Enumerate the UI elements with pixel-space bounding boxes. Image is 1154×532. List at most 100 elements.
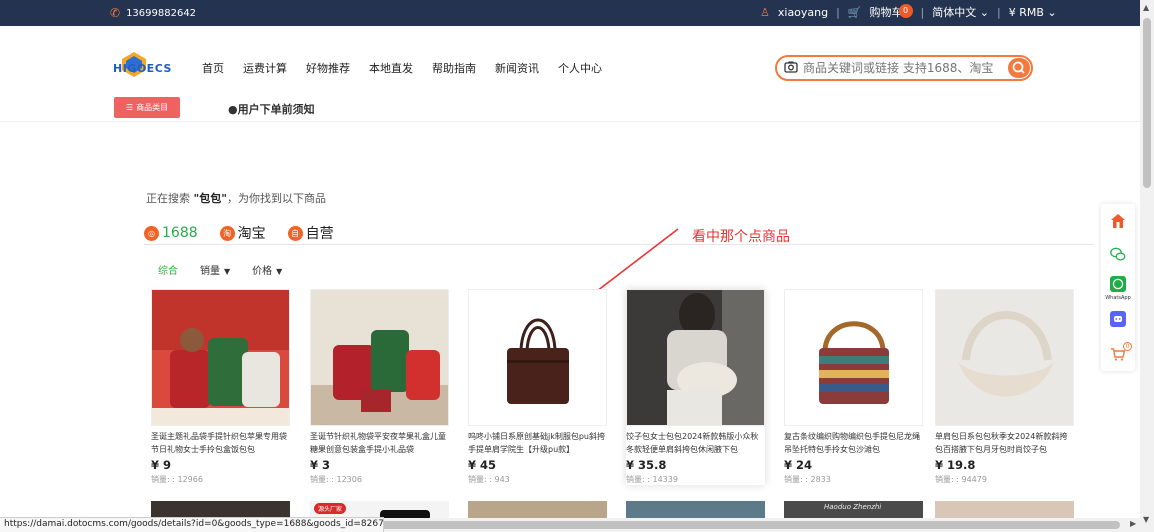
caret-down-icon: ▼ <box>224 267 231 276</box>
product-image[interactable] <box>935 289 1074 426</box>
link-status-bar: https://damai.dotocms.com/goods/details?… <box>0 517 384 532</box>
bell-icon: ● <box>228 103 238 116</box>
product-sales: 销量: : 2833 <box>784 475 831 484</box>
site-logo[interactable]: HIGOECS <box>112 50 178 84</box>
product-price: ¥ 19.8 <box>935 458 976 472</box>
user-icon: ♙ <box>760 5 770 19</box>
floating-toolbar: WhatsApp 0 <box>1101 204 1135 371</box>
tab-self-operated[interactable]: 自 自营 <box>287 223 334 243</box>
nav-home[interactable]: 首页 <box>202 60 224 76</box>
taobao-icon: 淘 <box>219 225 235 241</box>
tab-taobao-label: 淘宝 <box>237 226 266 242</box>
divider: | <box>836 5 840 19</box>
nav-personal-center[interactable]: 个人中心 <box>558 60 602 76</box>
product-card[interactable]: 复古条纹编织购物编织包手提包尼龙绳吊坠托特包手拎女包沙滩包 ¥ 24 销量: :… <box>784 289 923 485</box>
product-price: ¥ 9 <box>151 458 172 472</box>
sort-price-label: 价格 <box>252 266 273 277</box>
product-sales: 销量: : 94479 <box>935 475 987 484</box>
notice-label: 用户下单前须知 <box>237 103 315 116</box>
cart-icon[interactable]: 🛒 <box>848 6 862 19</box>
currency-label[interactable]: ¥ RMB <box>1009 6 1044 19</box>
tab-1688[interactable]: ◎ 1688 <box>144 225 198 241</box>
product-name[interactable]: 呜咚小铺日系原创基础jk制服包pu斜挎手提单肩学院生【升级pu款】 <box>468 430 607 456</box>
phone-icon: ✆ <box>110 6 121 20</box>
nav-recommend[interactable]: 好物推荐 <box>306 60 350 76</box>
product-price: ¥ 45 <box>468 458 497 472</box>
product-name[interactable]: 复古条纹编织购物编织包手提包尼龙绳吊坠托特包手拎女包沙滩包 <box>784 430 923 456</box>
scroll-right-icon[interactable]: ▶ <box>1130 519 1136 528</box>
float-cart-badge: 0 <box>1123 342 1132 351</box>
banner-text: Haoduo Zhenzhi <box>824 503 882 511</box>
main-nav: 首页 运费计算 好物推荐 本地直发 帮助指南 新闻资讯 个人中心 <box>202 60 621 76</box>
order-notice-link[interactable]: ●用户下单前须知 <box>228 101 315 117</box>
sort-sales-label: 销量 <box>200 266 220 277</box>
camera-icon[interactable] <box>783 60 799 76</box>
search-box <box>775 55 1033 81</box>
search-button[interactable] <box>1008 58 1030 78</box>
source-factory-badge: 源头厂家 <box>314 503 347 514</box>
scrollbar-thumb[interactable] <box>380 521 1120 529</box>
category-button[interactable]: ☰ 商品类目 <box>114 97 180 118</box>
product-card[interactable]: 呜咚小铺日系原创基础jk制服包pu斜挎手提单肩学院生【升级pu款】 ¥ 45 销… <box>468 289 607 485</box>
scrollbar-thumb[interactable] <box>1143 18 1151 188</box>
header-divider <box>0 121 1140 122</box>
product-sales: 销量: : 943 <box>468 475 510 484</box>
annotation-text: 看中那个点商品 <box>692 229 790 245</box>
nav-news[interactable]: 新闻资讯 <box>495 60 539 76</box>
product-price: ¥ 3 <box>310 458 331 472</box>
scroll-down-icon[interactable]: ▼ <box>1143 515 1149 524</box>
nav-shipping-calc[interactable]: 运费计算 <box>243 60 287 76</box>
home-icon[interactable] <box>1110 213 1126 229</box>
divider: | <box>996 5 1001 19</box>
product-image[interactable] <box>310 289 449 426</box>
top-bar-right: ♙ xiaoyang | 🛒 购物车0 | 简体中文 ⌄ | ¥ RMB ⌄ <box>760 4 1057 20</box>
search-result-info: 正在搜索 "包包"，为你找到以下商品 <box>146 190 326 206</box>
sort-price[interactable]: 价格 ▼ <box>252 262 282 277</box>
search-info-prefix: 正在搜索 <box>146 192 194 205</box>
search-input[interactable] <box>803 61 1008 75</box>
product-image[interactable] <box>784 289 923 426</box>
self-icon: 自 <box>287 225 303 241</box>
sort-sales[interactable]: 销量 ▼ <box>200 262 230 277</box>
sort-general[interactable]: 综合 <box>158 262 178 277</box>
product-card[interactable]: 饺子包女士包包2024新款韩版小众秋冬款轻便单肩斜挎包休闲腋下包 ¥ 35.8 … <box>626 289 765 485</box>
discord-icon[interactable] <box>1110 311 1126 327</box>
product-name[interactable]: 饺子包女士包包2024新款韩版小众秋冬款轻便单肩斜挎包休闲腋下包 <box>626 430 765 456</box>
product-sales: 销量: : 12306 <box>310 475 362 484</box>
tab-1688-label: 1688 <box>162 225 198 241</box>
username-link[interactable]: xiaoyang <box>778 6 828 19</box>
phone-contact: ✆ 13699882642 <box>110 6 196 20</box>
product-card[interactable]: 圣诞主题礼品袋手提针织包苹果专用袋节日礼物女士手拎包盒饭包包 ¥ 9 销量: :… <box>151 289 290 485</box>
product-image[interactable] <box>626 289 765 426</box>
vertical-scrollbar[interactable]: ▲ ▼ <box>1140 0 1154 532</box>
1688-icon: ◎ <box>144 225 159 241</box>
product-image[interactable] <box>151 289 290 426</box>
language-label[interactable]: 简体中文 <box>932 6 976 19</box>
divider: | <box>920 5 925 19</box>
cart-link[interactable]: 购物车0 <box>870 4 913 20</box>
product-card[interactable]: 圣诞节针织礼物袋平安夜苹果礼盒儿童糖果创意包装盒手提小礼品袋 ¥ 3 销量: :… <box>310 289 449 485</box>
currency-selector[interactable]: ¥ RMB ⌄ <box>1009 6 1057 19</box>
product-image[interactable] <box>468 289 607 426</box>
nav-help[interactable]: 帮助指南 <box>432 60 476 76</box>
whatsapp-icon[interactable] <box>1110 276 1126 292</box>
cart-label[interactable]: 购物车 <box>870 6 903 19</box>
language-selector[interactable]: 简体中文 ⌄ <box>932 4 989 20</box>
product-card[interactable]: 单肩包日系包包秋季女2024新款斜挎包百搭腋下包月牙包时尚饺子包 ¥ 19.8 … <box>935 289 1074 485</box>
chevron-down-icon: ⌄ <box>1047 5 1057 19</box>
product-name[interactable]: 圣诞节针织礼物袋平安夜苹果礼盒儿童糖果创意包装盒手提小礼品袋 <box>310 430 449 456</box>
nav-local-direct[interactable]: 本地直发 <box>369 60 413 76</box>
search-icon <box>1012 61 1025 74</box>
scroll-up-icon[interactable]: ▲ <box>1143 3 1149 12</box>
top-bar: ✆ 13699882642 ♙ xiaoyang | 🛒 购物车0 | 简体中文… <box>0 0 1140 26</box>
search-info-suffix: ，为你找到以下商品 <box>226 192 326 205</box>
product-price: ¥ 35.8 <box>626 458 667 472</box>
whatsapp-label: WhatsApp <box>1105 295 1131 301</box>
product-name[interactable]: 单肩包日系包包秋季女2024新款斜挎包百搭腋下包月牙包时尚饺子包 <box>935 430 1074 456</box>
product-price: ¥ 24 <box>784 458 813 472</box>
sort-bar: 综合 销量 ▼ 价格 ▼ <box>158 262 282 277</box>
wechat-icon[interactable] <box>1110 246 1126 262</box>
caret-down-icon: ▼ <box>276 267 283 276</box>
tab-taobao[interactable]: 淘 淘宝 <box>219 223 266 243</box>
product-name[interactable]: 圣诞主题礼品袋手提针织包苹果专用袋节日礼物女士手拎包盒饭包包 <box>151 430 290 456</box>
